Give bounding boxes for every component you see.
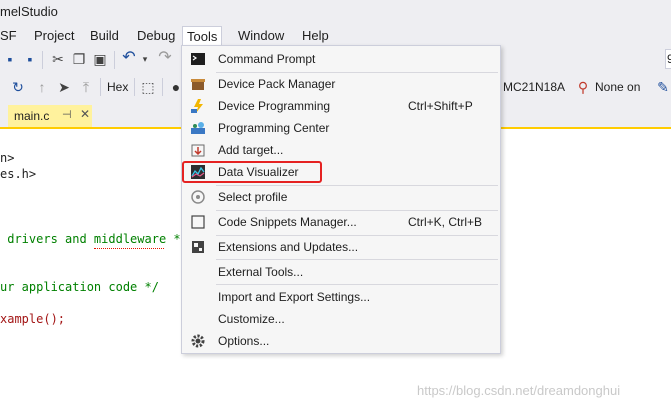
copy-icon[interactable]: ❐ [71, 51, 87, 67]
menu-item-select-profile[interactable]: Select profile [182, 186, 500, 208]
menu-item-add-target[interactable]: Add target... [182, 139, 500, 161]
toolbar-separator [42, 51, 43, 69]
code-line: ur application code */ [0, 280, 159, 294]
close-tab-icon[interactable]: ✕ [80, 107, 90, 121]
save-all-icon[interactable]: ▪ [22, 51, 38, 67]
cut-icon[interactable]: ✂ [50, 51, 66, 67]
programming-center-icon [191, 122, 205, 134]
undo-dropdown-icon[interactable]: ▾ [137, 51, 153, 67]
pin-icon[interactable]: ⊣ [62, 108, 72, 121]
save-icon[interactable]: ▪ [2, 51, 18, 67]
menu-item-device-pack-manager[interactable]: Device Pack Manager [182, 73, 500, 95]
tab-main-c[interactable]: main.c ⊣ ✕ [8, 105, 92, 127]
code-line: xample(); [0, 312, 66, 326]
watermark: https://blog.csdn.net/dreamdonghui [417, 383, 621, 398]
tool-icon[interactable]: ⚲ [575, 79, 591, 95]
menu-item-label: Command Prompt [218, 52, 316, 66]
menu-item-label: Select profile [218, 190, 288, 204]
tab-label: main.c [14, 109, 50, 123]
profile-icon [191, 190, 205, 204]
menu-item-shortcut: Ctrl+Shift+P [408, 99, 473, 113]
toolbar-separator [162, 78, 163, 96]
step-up-icon[interactable]: ↑ [34, 79, 50, 95]
paste-icon[interactable]: ▣ [92, 51, 108, 67]
menu-item-code-snippets-manager[interactable]: Code Snippets Manager... Ctrl+K, Ctrl+B [182, 211, 500, 233]
menu-item-programming-center[interactable]: Programming Center [182, 117, 500, 139]
solution-config-combo[interactable]: 9 [665, 49, 671, 69]
menu-item-label: Customize... [218, 312, 285, 326]
programming-icon [191, 99, 203, 113]
menu-item-label: External Tools... [218, 265, 304, 279]
device-name[interactable]: MC21N18A [503, 80, 565, 94]
toolbar-separator [134, 78, 135, 96]
device-icon[interactable]: ⬚ [140, 79, 156, 95]
menu-window[interactable]: Window [234, 27, 288, 44]
step-out-icon[interactable]: ⤒ [78, 79, 94, 95]
menu-item-device-programming[interactable]: Device Programming Ctrl+Shift+P [182, 95, 500, 117]
extensions-icon [192, 241, 204, 253]
menu-debug[interactable]: Debug [133, 27, 179, 44]
menu-item-label: Add target... [218, 143, 284, 157]
hex-button[interactable]: Hex [107, 80, 128, 94]
snippets-icon [191, 215, 205, 229]
menu-item-label: Import and Export Settings... [218, 290, 371, 304]
combo-value: 9 [667, 52, 671, 66]
code-line: n> [0, 151, 15, 165]
menu-item-label: Device Pack Manager [218, 77, 336, 91]
window-title: melStudio [0, 4, 58, 19]
code-line: drivers and middleware */ [0, 232, 188, 246]
toolbar-separator [114, 51, 115, 69]
menu-item-customize[interactable]: Customize... [182, 308, 500, 330]
menu-item-external-tools[interactable]: External Tools... [182, 261, 500, 283]
menu-item-shortcut: Ctrl+K, Ctrl+B [408, 215, 483, 229]
menu-help[interactable]: Help [298, 27, 333, 44]
menu-item-import-export-settings[interactable]: Import and Export Settings... [182, 286, 500, 308]
add-target-icon [191, 144, 205, 157]
menu-build[interactable]: Build [86, 27, 123, 44]
menu-project[interactable]: Project [30, 27, 78, 44]
highlight-box [182, 161, 322, 183]
menu-item-extensions-and-updates[interactable]: Extensions and Updates... [182, 236, 500, 258]
toolbar-separator [100, 78, 101, 96]
redo-icon[interactable]: ↷ [157, 50, 173, 66]
tools-dropdown-menu: Command Prompt Device Pack Manager Devic… [181, 45, 501, 354]
menu-item-label: Code Snippets Manager... [218, 215, 357, 229]
menu-item-label: Device Programming [218, 99, 331, 113]
menu-item-command-prompt[interactable]: Command Prompt [182, 48, 500, 70]
gear-icon [191, 334, 205, 348]
tool-selector[interactable]: None on [595, 80, 640, 94]
menu-separator [216, 259, 498, 260]
menu-item-label: Extensions and Updates... [218, 240, 359, 254]
menu-bar: SF Project Build Debug Tools Window Help [0, 25, 671, 46]
spelling-squiggle [94, 246, 164, 249]
menu-item-label: Programming Center [218, 121, 330, 135]
menu-item-label: Options... [218, 334, 270, 348]
menu-item-options[interactable]: Options... [182, 330, 500, 352]
refresh-icon[interactable]: ↻ [10, 79, 26, 95]
command-prompt-icon [191, 53, 205, 65]
code-line: es.h> [0, 167, 37, 181]
title-bar: melStudio [0, 0, 671, 25]
menu-separator [216, 284, 498, 285]
menu-tools[interactable]: Tools [182, 26, 223, 46]
menu-sf[interactable]: SF [0, 27, 21, 44]
edit-icon[interactable]: ✎ [655, 79, 671, 95]
package-icon [191, 79, 205, 90]
undo-icon[interactable]: ↶ [121, 50, 137, 66]
pointer-icon[interactable]: ➤ [56, 79, 72, 95]
